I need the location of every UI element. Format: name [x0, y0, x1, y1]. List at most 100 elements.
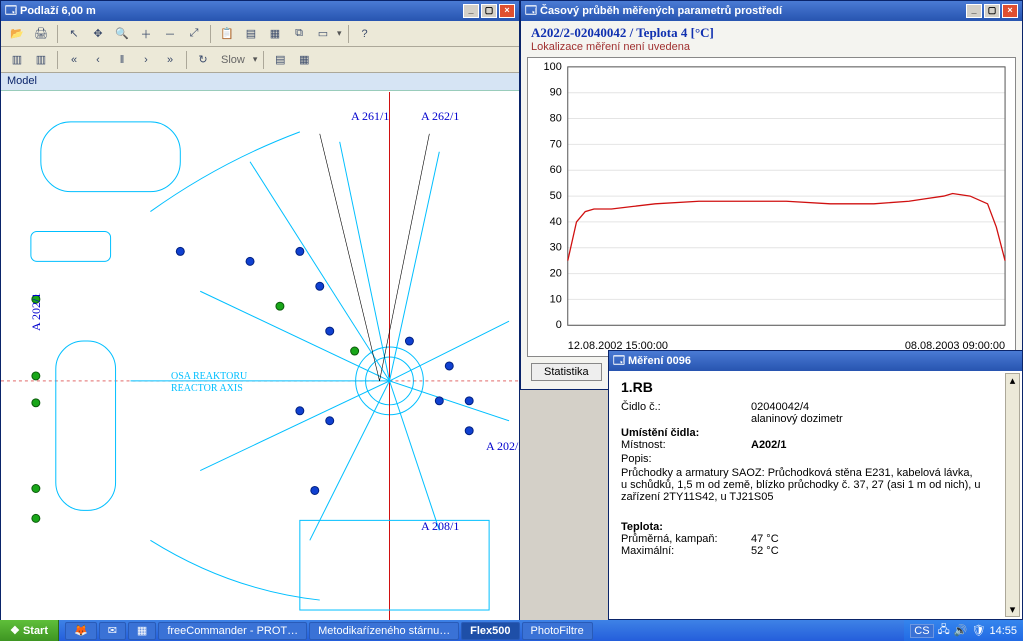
measurement-detail-window: 🗔 Měření 0096 ▴ ▾ 1.RB Čidlo č.: 0204004…: [608, 350, 1023, 620]
detail-frame-title: Měření 0096: [628, 355, 691, 367]
sensor-num-value: 02040042/4: [751, 401, 809, 413]
refresh-icon[interactable]: ↻: [193, 50, 213, 70]
taskbar-item-flex500[interactable]: Flex500: [461, 622, 519, 640]
close-button[interactable]: ×: [499, 4, 515, 18]
quick-launch-2[interactable]: ✉: [99, 622, 126, 640]
chart-subtitle: Lokalizace měření není uvedena: [531, 41, 1012, 53]
taskbar: ❖ Start 🦊 ✉ ▦ freeCommander - PROT… Meto…: [0, 620, 1023, 641]
chart-window: 🗔 Časový průběh měřených parametrů prost…: [520, 0, 1023, 390]
chart-minimize-button[interactable]: _: [966, 4, 982, 18]
next-icon[interactable]: ›: [136, 50, 156, 70]
temp-max-value: 52 °C: [751, 545, 779, 557]
pan-icon[interactable]: ✥: [88, 24, 108, 44]
temp-max-label: Maximální:: [621, 545, 751, 557]
svg-text:10: 10: [550, 293, 562, 305]
tray-icon-3[interactable]: 🛡: [972, 624, 986, 637]
tray-clock: 14:55: [989, 625, 1017, 637]
rewind-icon[interactable]: «: [64, 50, 84, 70]
prev-icon[interactable]: ‹: [88, 50, 108, 70]
room-label-a2022: A 202/2: [486, 441, 519, 451]
temp-avg-value: 47 °C: [751, 533, 779, 545]
scroll-down-icon[interactable]: ▾: [1010, 603, 1016, 616]
maximize-button[interactable]: ▢: [481, 4, 497, 18]
taskbar-item-word[interactable]: Metodikaŕízeného stárnu…: [309, 622, 459, 640]
floor-plan-title: Podlaží 6,00 m: [20, 5, 96, 17]
floor-plan-canvas[interactable]: A 261/1 A 262/1 A 202/1 A 202/2 A 208/1 …: [1, 91, 519, 621]
ffwd-icon[interactable]: »: [160, 50, 180, 70]
step-fwd-icon[interactable]: ▥: [31, 50, 51, 70]
app-icon: 🗔: [5, 2, 17, 21]
chart-app-icon: 🗔: [525, 2, 537, 21]
detail-block-heading: 1.RB: [621, 379, 1010, 395]
taskbar-item-freecommander[interactable]: freeCommander - PROT…: [158, 622, 307, 640]
svg-text:80: 80: [550, 113, 562, 125]
svg-text:20: 20: [550, 268, 562, 280]
speed-label: Slow: [217, 54, 249, 66]
detail-scrollbar[interactable]: ▴ ▾: [1005, 373, 1020, 617]
copy-icon[interactable]: ⧉: [289, 24, 309, 44]
taskbar-item-photofiltre[interactable]: PhotoFiltre: [522, 622, 593, 640]
svg-text:40: 40: [550, 216, 562, 228]
main-toolbar-2: ▥ ▥ « ‹ ‖ › » ↻ Slow ▾ ▤ ▦: [1, 47, 519, 73]
system-tray[interactable]: CS 🖧 🔊 🛡 14:55: [904, 620, 1023, 641]
minimize-button[interactable]: _: [463, 4, 479, 18]
start-label: Start: [23, 625, 48, 637]
tray-icon-1[interactable]: 🖧: [938, 621, 950, 640]
pause-icon[interactable]: ‖: [112, 50, 132, 70]
zoom-window-icon[interactable]: 🔍: [112, 24, 132, 44]
start-button[interactable]: ❖ Start: [0, 620, 59, 641]
room-label-a262: A 262/1: [421, 111, 459, 121]
svg-text:100: 100: [544, 61, 562, 73]
temp-avg-label: Průměrná, kampaň:: [621, 533, 751, 545]
axis-label-en: REACTOR AXIS: [171, 383, 243, 394]
detail-body: ▴ ▾ 1.RB Čidlo č.: 02040042/4 alaninový …: [609, 371, 1022, 619]
room-label-a2081: A 208/1: [421, 521, 459, 531]
room-label-a261: A 261/1: [351, 111, 389, 121]
chart-plot-area[interactable]: 010203040506070809010012.08.2002 15:00:0…: [527, 57, 1016, 357]
desc-text: Průchodky a armatury SAOZ: Průchodková s…: [621, 467, 981, 503]
report-icon[interactable]: ▦: [294, 50, 314, 70]
chart-frame-title: Časový průběh měřených parametrů prostře…: [540, 5, 782, 17]
zoom-fit-icon[interactable]: ⤢: [184, 24, 204, 44]
svg-text:60: 60: [550, 164, 562, 176]
step-back-icon[interactable]: ▥: [7, 50, 27, 70]
floor-plan-titlebar[interactable]: 🗔 Podlaží 6,00 m _ ▢ ×: [1, 1, 519, 21]
open-icon[interactable]: 📂: [7, 24, 27, 44]
svg-text:50: 50: [550, 190, 562, 202]
svg-text:0: 0: [556, 319, 562, 331]
grid-icon[interactable]: ▦: [265, 24, 285, 44]
room-value: A202/1: [751, 439, 786, 451]
temp-heading: Teplota:: [621, 521, 663, 533]
room-label-a2021: A 202/1: [31, 293, 41, 331]
chart-title: A202/2-02040042 / Teplota 4 [°C]: [531, 25, 1012, 41]
quick-launch-3[interactable]: ▦: [128, 622, 156, 640]
scroll-up-icon[interactable]: ▴: [1010, 374, 1016, 387]
statistics-button[interactable]: Statistika: [531, 363, 602, 381]
detail-titlebar[interactable]: 🗔 Měření 0096: [609, 351, 1022, 371]
desc-label: Popis:: [621, 453, 1010, 465]
location-heading: Umístění čidla:: [621, 427, 699, 439]
list-icon[interactable]: ▤: [270, 50, 290, 70]
tree-icon[interactable]: 📋: [217, 24, 237, 44]
chart-close-button[interactable]: ×: [1002, 4, 1018, 18]
layers-icon[interactable]: ▤: [241, 24, 261, 44]
start-icon: ❖: [10, 624, 20, 637]
chart-maximize-button[interactable]: ▢: [984, 4, 1000, 18]
quick-launch-1[interactable]: 🦊: [65, 622, 97, 640]
svg-text:30: 30: [550, 242, 562, 254]
room-label: Místnost:: [621, 439, 751, 451]
box-icon[interactable]: ▭: [313, 24, 333, 44]
model-header: Model: [1, 73, 519, 91]
help-icon[interactable]: ?: [355, 24, 375, 44]
floor-plan-window: 🗔 Podlaží 6,00 m _ ▢ × 📂 🖨 ↖ ✥ 🔍 ＋ － ⤢ 📋…: [0, 0, 520, 620]
axis-label-cz: OSA REAKTORU: [171, 371, 247, 382]
main-toolbar-1: 📂 🖨 ↖ ✥ 🔍 ＋ － ⤢ 📋 ▤ ▦ ⧉ ▭ ▾ ?: [1, 21, 519, 47]
tray-lang[interactable]: CS: [910, 624, 933, 638]
pointer-icon[interactable]: ↖: [64, 24, 84, 44]
tray-icon-2[interactable]: 🔊: [954, 624, 968, 637]
print-icon[interactable]: 🖨: [31, 24, 51, 44]
sensor-type-value: alaninový dozimetr: [751, 413, 843, 425]
zoom-out-icon[interactable]: －: [160, 24, 180, 44]
zoom-in-icon[interactable]: ＋: [136, 24, 156, 44]
chart-titlebar[interactable]: 🗔 Časový průběh měřených parametrů prost…: [521, 1, 1022, 21]
